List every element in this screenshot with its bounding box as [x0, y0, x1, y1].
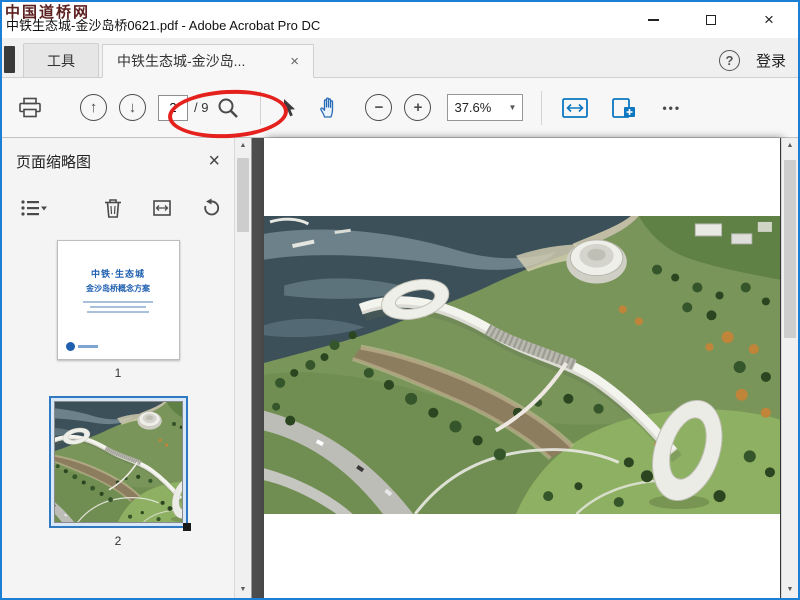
panel-close-icon[interactable]: ×	[208, 151, 220, 171]
hand-icon	[320, 97, 334, 118]
select-tool-button[interactable]	[279, 96, 298, 120]
main-toolbar: ↑ ↓ / 9 − + 37.6% ▼	[2, 78, 798, 138]
rotate-left-button[interactable]	[199, 196, 223, 220]
scroll-track[interactable]	[235, 154, 251, 582]
thumbnail-options-button[interactable]	[18, 197, 49, 219]
page-2-render-image	[264, 216, 780, 514]
delete-page-button[interactable]	[101, 196, 125, 221]
page-2-label: 2	[114, 534, 122, 548]
viewer-scrollbar[interactable]: ▲ ▼	[781, 138, 798, 598]
cover-title-line1: 中铁·生态城	[91, 269, 145, 279]
thumbnail-list: 中铁·生态城 金沙岛桥概念方案 1 2	[2, 232, 234, 548]
page-number-input[interactable]	[158, 94, 188, 121]
print-button[interactable]	[16, 95, 44, 121]
more-tools-button[interactable]: •••	[660, 99, 683, 117]
maximize-icon	[706, 15, 716, 25]
fit-width-button[interactable]	[560, 96, 590, 120]
resize-pages-icon	[153, 200, 171, 216]
site-watermark: 中国道桥网	[5, 3, 91, 21]
caret-down-icon: ▼	[508, 103, 517, 112]
minus-icon: −	[374, 99, 384, 116]
arrow-down-icon: ↓	[128, 99, 137, 116]
help-icon[interactable]: ?	[718, 50, 740, 71]
zoom-value: 37.6%	[454, 100, 492, 115]
thumbnail-page-2[interactable]: 2	[48, 396, 191, 548]
zoom-level-select[interactable]: 37.6% ▼	[447, 94, 524, 121]
tab-close-icon[interactable]: ×	[290, 53, 299, 70]
hand-tool-button[interactable]	[316, 94, 341, 121]
scroll-thumb[interactable]	[237, 158, 249, 232]
page-1-label: 1	[114, 366, 122, 380]
panel-toolbar	[2, 184, 234, 232]
next-page-button[interactable]: ↓	[119, 94, 146, 121]
toolbar-separator	[260, 90, 262, 125]
panel-title: 页面缩略图	[16, 153, 92, 171]
more-options-icon: •••	[662, 100, 682, 115]
thumbnails-scrollbar[interactable]: ▲ ▼	[234, 138, 251, 598]
page-count-label: / 9	[194, 100, 209, 115]
zoom-out-button[interactable]: −	[365, 94, 393, 121]
thumbnail-selection-box	[48, 396, 191, 531]
toolbar-separator	[541, 90, 543, 125]
scroll-up-arrow[interactable]: ▲	[235, 138, 251, 154]
tab-tools[interactable]: 工具	[23, 43, 99, 77]
select-cursor-icon	[284, 98, 296, 116]
fit-width-icon	[562, 97, 589, 118]
document-viewer: ▲ ▼	[252, 138, 798, 598]
minimize-button[interactable]	[624, 2, 682, 38]
content-area: 页面缩略图 × 中铁·生态城 金沙岛桥概念方案 1 2 ▲ ▼ ▲ ▼	[2, 138, 798, 598]
thumbnails-panel: 页面缩略图 × 中铁·生态城 金沙岛桥概念方案 1 2 ▲ ▼	[2, 138, 252, 598]
help-glyph: ?	[725, 53, 734, 68]
window-controls: ×	[624, 2, 798, 38]
scroll-down-arrow[interactable]: ▼	[782, 582, 798, 598]
page-2-render-thumbnail	[53, 401, 183, 523]
selection-handle	[182, 523, 191, 531]
cover-title-line2: 金沙岛桥概念方案	[86, 284, 150, 293]
document-tab-label: 中铁生态城-金沙岛...	[117, 53, 246, 69]
cover-logo-mark	[65, 342, 98, 351]
page-tools-icon	[612, 97, 636, 118]
arrow-up-icon: ↑	[89, 99, 98, 116]
scroll-thumb[interactable]	[784, 160, 796, 338]
panel-header: 页面缩略图 ×	[2, 138, 234, 184]
tabbar-right: ? 登录	[718, 50, 798, 77]
resize-pages-button[interactable]	[149, 196, 175, 220]
thumbnail-page-1[interactable]: 中铁·生态城 金沙岛桥概念方案 1	[56, 240, 180, 380]
previous-page-button[interactable]: ↑	[80, 94, 107, 121]
page-tools-button[interactable]	[610, 96, 638, 120]
search-icon	[218, 98, 239, 118]
tools-tab-label: 工具	[47, 52, 75, 69]
minimize-icon	[647, 19, 659, 21]
thumbnails-panel-inner: 页面缩略图 × 中铁·生态城 金沙岛桥概念方案 1 2	[2, 138, 234, 598]
zoom-in-button[interactable]: +	[404, 94, 432, 121]
tab-bar: 工具 中铁生态城-金沙岛... × ? 登录	[2, 38, 798, 78]
close-button[interactable]: ×	[740, 2, 798, 38]
page-1-cover: 中铁·生态城 金沙岛桥概念方案	[56, 240, 180, 360]
cover-text-bars	[58, 301, 179, 313]
scroll-up-arrow[interactable]: ▲	[782, 138, 798, 154]
search-button[interactable]	[214, 94, 242, 122]
plus-icon: +	[413, 99, 423, 116]
sign-in-button[interactable]: 登录	[756, 50, 786, 71]
thumbnail-options-icon	[21, 200, 47, 216]
scroll-down-arrow[interactable]: ▼	[235, 582, 251, 598]
titlebar: 中铁生态城-金沙岛桥0621.pdf - Adobe Acrobat Pro D…	[2, 2, 798, 38]
maximize-button[interactable]	[682, 2, 740, 38]
home-icon[interactable]	[4, 46, 15, 73]
rotate-left-icon	[204, 198, 220, 216]
pdf-page-2	[264, 138, 780, 598]
trash-icon	[105, 198, 121, 218]
printer-icon	[19, 97, 41, 117]
scroll-track[interactable]	[782, 154, 798, 582]
tab-document[interactable]: 中铁生态城-金沙岛... ×	[102, 44, 314, 78]
app-window: 中铁生态城-金沙岛桥0621.pdf - Adobe Acrobat Pro D…	[0, 0, 800, 600]
